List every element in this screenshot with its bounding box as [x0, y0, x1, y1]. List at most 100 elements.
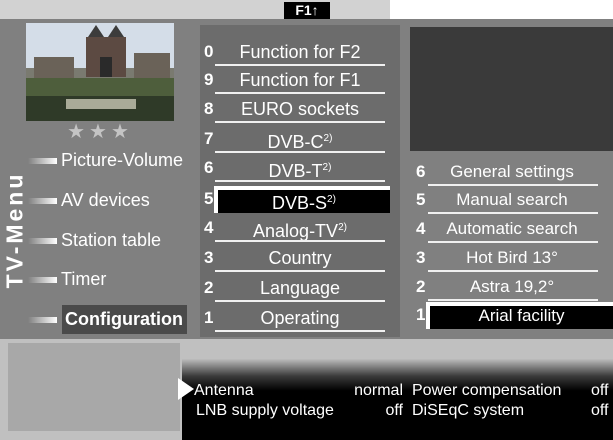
- item-number: 3: [204, 248, 214, 267]
- item-underline: [428, 212, 598, 214]
- menu-title-text: TV-Menu: [1, 171, 28, 289]
- config-item-euro-sockets[interactable]: 8 EURO sockets: [200, 97, 400, 123]
- antenna-label: Antenna: [194, 382, 254, 399]
- item-underline: [215, 180, 385, 182]
- item-label: DVB-T: [268, 161, 323, 181]
- power-compensation-value[interactable]: off: [591, 382, 609, 400]
- item-label: EURO sockets: [240, 99, 360, 119]
- top-bar-blank: [390, 0, 613, 19]
- menu-title: TV-Menu: [1, 150, 29, 310]
- power-compensation-label: Power compensation: [412, 382, 562, 399]
- item-number: 1: [204, 308, 214, 327]
- item-number: 5: [204, 189, 214, 208]
- bullet-bar: [28, 158, 57, 164]
- bullet-bar: [28, 238, 57, 244]
- item-label: Country: [268, 248, 332, 268]
- item-label: Astra 19,2°: [469, 277, 555, 296]
- item-underline: [215, 92, 385, 94]
- sidebar-item-label: Picture-Volume: [61, 150, 184, 170]
- item-underline: [215, 240, 385, 242]
- secondary-preview: [8, 343, 180, 431]
- antenna-value[interactable]: normal: [354, 382, 403, 400]
- bullet-bar: [28, 317, 57, 323]
- f1-key-badge[interactable]: F1↑: [284, 2, 330, 19]
- item-label-wrap: DVB-C2): [215, 127, 385, 154]
- dvbs-item-hot-bird[interactable]: 3 Hot Bird 13°: [412, 246, 613, 272]
- preview-picture: [26, 23, 174, 121]
- item-number: 6: [204, 158, 214, 177]
- item-underline: [215, 330, 385, 332]
- item-label: Language: [259, 278, 341, 298]
- item-label: DVB-S: [272, 193, 328, 213]
- item-number: 1: [416, 305, 426, 324]
- item-label: Manual search: [456, 190, 568, 209]
- pointer-arrow-icon: [178, 378, 194, 400]
- footnote-mark: 2): [323, 133, 333, 144]
- item-number: 4: [416, 219, 426, 238]
- config-item-analog-tv[interactable]: 4 Analog-TV2): [200, 216, 400, 242]
- top-bar: [0, 0, 390, 19]
- footnote-mark: 2): [322, 162, 332, 173]
- item-underline: [215, 151, 385, 153]
- dvbs-item-manual-search[interactable]: 5 Manual search: [412, 188, 613, 214]
- arrow-up-icon: ↑: [311, 2, 319, 18]
- item-underline: [215, 300, 385, 302]
- item-number: 0: [204, 42, 214, 61]
- config-item-function-f1[interactable]: 9 Function for F1: [200, 68, 400, 94]
- item-label: DVB-C: [267, 132, 324, 152]
- dvbs-header-panel: [410, 27, 613, 151]
- diseqc-value[interactable]: off: [591, 402, 609, 420]
- footnote-mark: 2): [338, 222, 347, 233]
- item-label: Hot Bird 13°: [466, 248, 558, 267]
- item-number: 2: [416, 277, 426, 296]
- sidebar-item-label: Timer: [61, 269, 107, 289]
- item-underline: [428, 270, 598, 272]
- config-item-language[interactable]: 2 Language: [200, 276, 400, 302]
- item-number: 9: [204, 70, 214, 89]
- config-item-function-f2[interactable]: 0 Function for F2: [200, 40, 400, 66]
- footnote-mark: 2): [327, 194, 336, 205]
- item-underline: [428, 184, 598, 186]
- item-underline: [428, 299, 598, 301]
- bullet-bar: [28, 198, 57, 204]
- item-label-wrap: DVB-T2): [215, 156, 385, 183]
- item-label-wrap: Analog-TV2): [215, 216, 385, 243]
- item-underline: [215, 270, 385, 272]
- item-underline: [215, 121, 385, 123]
- lnb-supply-label: LNB supply voltage: [196, 402, 334, 419]
- dvbs-item-automatic-search[interactable]: 4 Automatic search: [412, 217, 613, 243]
- item-underline: [215, 64, 385, 66]
- item-label: Operating: [260, 308, 340, 328]
- dvbs-item-general-settings[interactable]: 6 General settings: [412, 160, 613, 186]
- item-number: 5: [416, 190, 426, 209]
- config-item-country[interactable]: 3 Country: [200, 246, 400, 272]
- dvbs-item-arial-facility[interactable]: 1 Arial facility: [412, 302, 613, 329]
- item-number: 8: [204, 99, 214, 118]
- dvbs-item-astra[interactable]: 2 Astra 19,2°: [412, 275, 613, 301]
- item-number: 4: [204, 218, 214, 237]
- config-item-dvb-s[interactable]: 5 DVB-S2): [200, 186, 400, 213]
- sidebar-item-label: AV devices: [61, 190, 150, 210]
- config-item-dvb-t[interactable]: 6 DVB-T2): [200, 156, 400, 182]
- item-label: Automatic search: [446, 219, 578, 238]
- sidebar-item-label: Station table: [61, 230, 162, 250]
- item-number: 6: [416, 162, 426, 181]
- rating-stars: ★★★: [67, 121, 133, 143]
- item-number: 2: [204, 278, 214, 297]
- sidebar-item-label: Configuration: [62, 305, 187, 334]
- item-underline: [428, 241, 598, 243]
- config-item-operating[interactable]: 1 Operating: [200, 306, 400, 332]
- config-item-dvb-c[interactable]: 7 DVB-C2): [200, 127, 400, 153]
- item-label: General settings: [450, 162, 574, 181]
- item-number: 3: [416, 248, 426, 267]
- bullet-bar: [28, 277, 57, 283]
- f1-key-label: F1: [295, 2, 312, 18]
- diseqc-label: DiSEqC system: [412, 402, 525, 419]
- item-label: Analog-TV: [253, 221, 339, 241]
- item-label-wrap: DVB-S2): [214, 186, 390, 213]
- item-label: Arial facility: [426, 302, 613, 329]
- lnb-supply-value[interactable]: off: [386, 402, 404, 420]
- item-number: 7: [204, 129, 214, 148]
- item-label: Function for F1: [239, 70, 361, 90]
- item-label: Function for F2: [239, 42, 361, 62]
